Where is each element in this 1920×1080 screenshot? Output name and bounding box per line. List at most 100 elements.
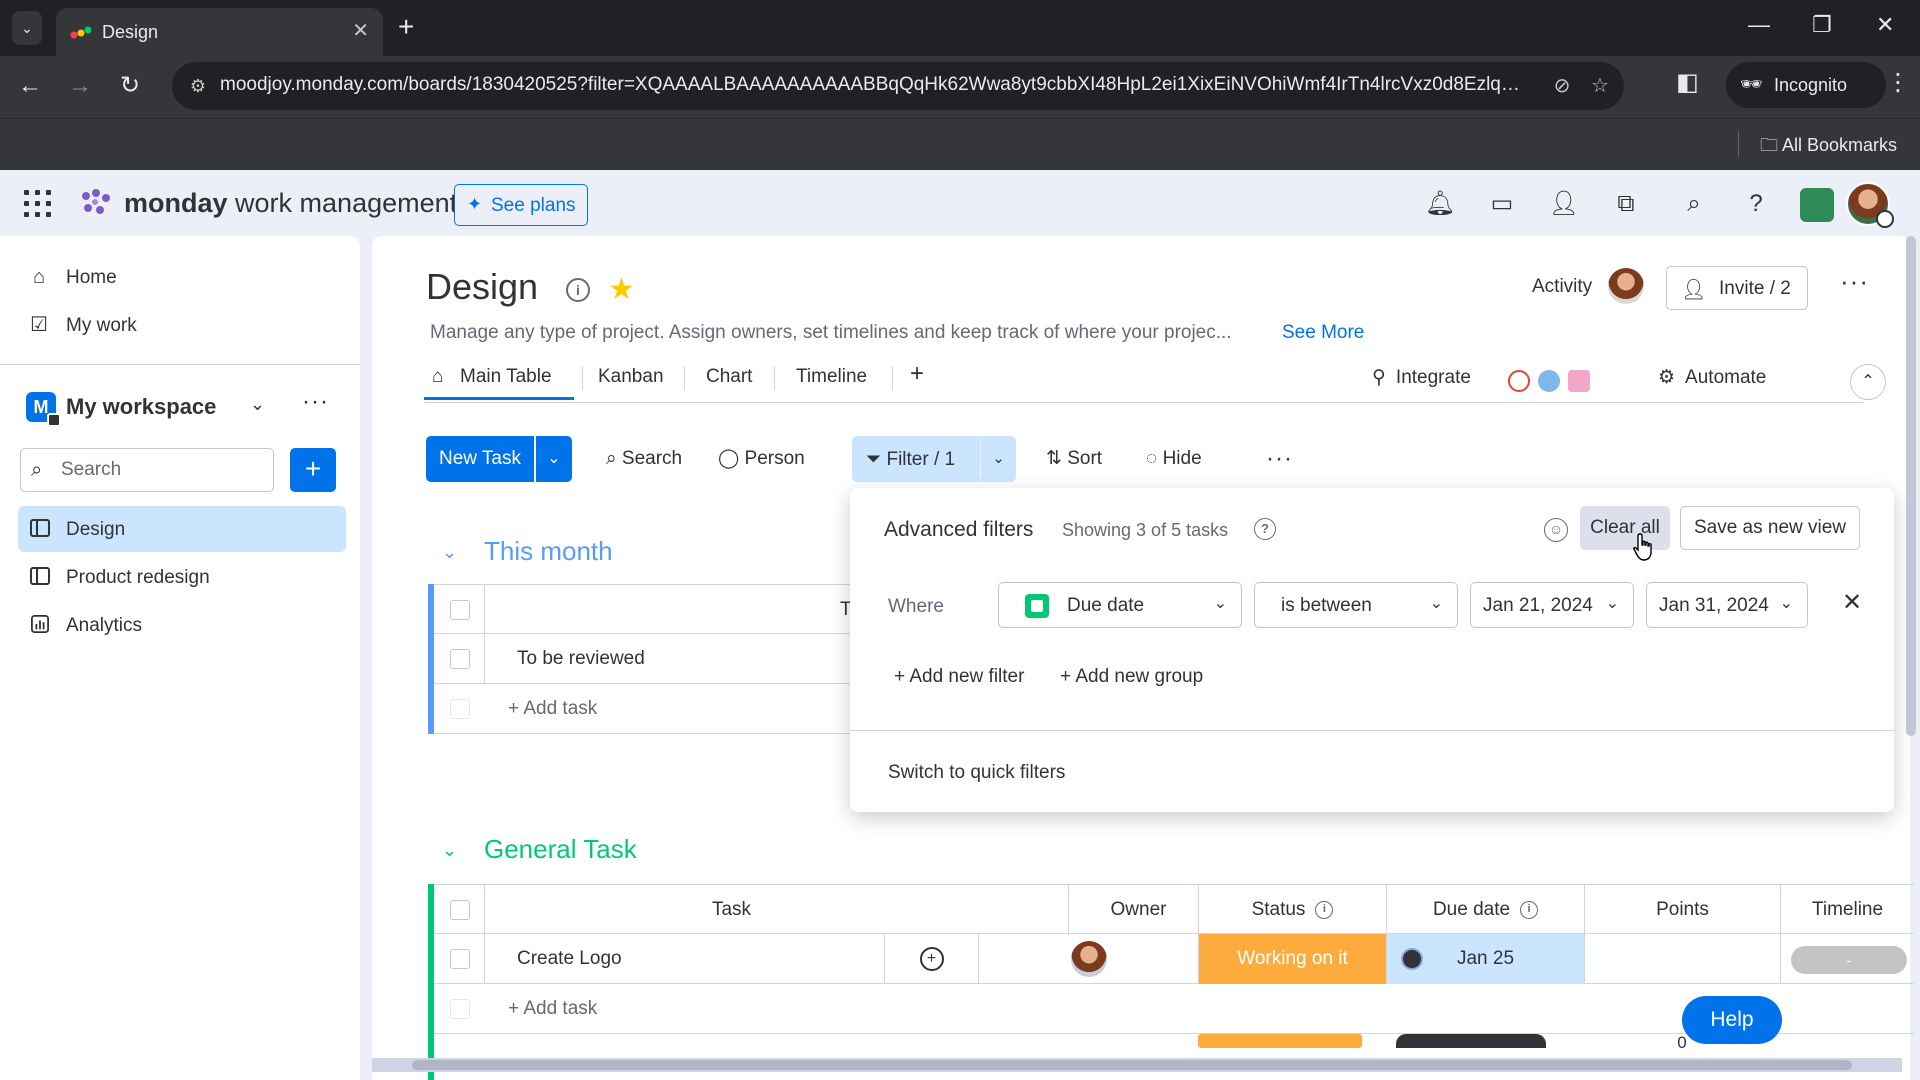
minimize-window-icon[interactable]: — xyxy=(1748,12,1770,38)
hide-button[interactable]: ◌ Hide xyxy=(1146,436,1202,482)
column-header-status[interactable]: Status i xyxy=(1198,885,1386,935)
invite-members-icon[interactable]: 👤︎ xyxy=(1548,188,1580,220)
column-header-timeline[interactable]: Timeline xyxy=(1780,885,1914,935)
group-title-this-month[interactable]: This month xyxy=(484,536,613,567)
chevron-down-icon[interactable]: ⌄ xyxy=(250,394,265,415)
person-filter-button[interactable]: ◯ Person xyxy=(718,436,805,482)
workspace-name[interactable]: My workspace xyxy=(66,394,216,420)
sort-button[interactable]: ⇅ Sort xyxy=(1046,436,1102,482)
sidebar-board-product-redesign[interactable]: Product redesign xyxy=(18,554,346,600)
save-as-new-view-button[interactable]: Save as new view xyxy=(1680,506,1860,550)
due-date-info-icon[interactable]: i xyxy=(1520,900,1539,919)
url-text[interactable]: moodjoy.monday.com/boards/1830420525?fil… xyxy=(220,74,1520,96)
add-item-button[interactable]: + xyxy=(290,448,336,492)
restore-window-icon[interactable]: ❐ xyxy=(1812,12,1832,38)
chevron-down-icon[interactable]: ⌄ xyxy=(442,542,457,563)
more-actions-icon[interactable]: ··· xyxy=(1266,436,1293,482)
new-tab-button[interactable]: + xyxy=(398,12,414,42)
add-task-button[interactable]: + Add task xyxy=(508,998,597,1020)
apps-grid-icon[interactable] xyxy=(24,190,52,218)
select-all-checkbox[interactable] xyxy=(450,600,470,620)
bookmark-star-icon[interactable]: ☆ xyxy=(1586,72,1614,100)
owner-avatar[interactable] xyxy=(1070,941,1107,977)
automate-button[interactable]: ⚙ Automate xyxy=(1658,366,1766,389)
forward-icon[interactable]: → xyxy=(62,68,98,104)
chevron-down-icon[interactable]: ⌄ xyxy=(442,840,457,861)
incognito-badge[interactable]: 🕶 Incognito xyxy=(1726,62,1886,108)
brand-name[interactable]: monday work management xyxy=(124,188,457,219)
tab-search-button[interactable]: ⌄ xyxy=(12,11,42,45)
inbox-icon[interactable]: ▭ xyxy=(1486,188,1518,220)
search-button[interactable]: ⌕ Search xyxy=(606,436,682,482)
column-header-task[interactable]: Task xyxy=(484,885,978,935)
add-new-filter-button[interactable]: + Add new filter xyxy=(894,666,1024,688)
user-avatar[interactable] xyxy=(1846,182,1894,228)
filters-help-icon[interactable]: ? xyxy=(1254,518,1276,540)
reload-icon[interactable]: ↻ xyxy=(112,68,148,104)
sidebar-search-input[interactable] xyxy=(61,457,261,483)
sidebar-board-design[interactable]: Design xyxy=(18,506,346,552)
sidebar-board-analytics[interactable]: Analytics xyxy=(18,602,346,648)
tab-main-table[interactable]: ⌂ Main Table xyxy=(424,356,574,400)
workspace-icon[interactable]: M xyxy=(26,392,61,427)
close-window-icon[interactable]: ✕ xyxy=(1876,12,1894,38)
workspace-more-icon[interactable]: ··· xyxy=(302,388,329,416)
status-label[interactable]: Working on it xyxy=(1198,934,1386,984)
apps-marketplace-icon[interactable]: ⧉ xyxy=(1610,188,1642,220)
row-checkbox[interactable] xyxy=(450,649,470,669)
row-checkbox[interactable] xyxy=(450,949,470,969)
close-tab-icon[interactable]: ✕ xyxy=(352,18,369,43)
board-info-icon[interactable]: i xyxy=(566,278,590,302)
group-title-general-task[interactable]: General Task xyxy=(484,834,637,865)
select-all-checkbox[interactable] xyxy=(450,900,470,920)
collapse-header-icon[interactable]: ⌃ xyxy=(1850,364,1886,400)
timeline-cell[interactable]: - xyxy=(1780,934,1914,984)
filter-column-select[interactable]: Due date ⌄ xyxy=(998,582,1242,628)
updates-cell[interactable]: + xyxy=(884,934,978,984)
back-icon[interactable]: ← xyxy=(12,68,48,104)
address-bar[interactable]: ⚙ moodjoy.monday.com/boards/1830420525?f… xyxy=(172,62,1624,110)
owner-cell[interactable] xyxy=(978,934,1198,984)
help-button[interactable]: Help xyxy=(1682,996,1782,1044)
add-update-icon[interactable]: + xyxy=(919,947,944,971)
table-row[interactable]: Create Logo + Working on it Jan 25 - xyxy=(434,934,1914,984)
all-bookmarks-button[interactable]: 🗀 All Bookmarks xyxy=(1760,133,1897,163)
new-task-button[interactable]: New Task xyxy=(426,436,534,482)
favorite-star-icon[interactable]: ★ xyxy=(608,272,635,307)
sidebar-item-my-work[interactable]: ☑ My work xyxy=(18,302,346,348)
sidebar-item-home[interactable]: ⌂ Home xyxy=(18,254,346,300)
column-header-due-date[interactable]: Due date i xyxy=(1386,885,1584,935)
invite-button[interactable]: 👤︎ Invite / 2 xyxy=(1666,266,1808,310)
board-title[interactable]: Design xyxy=(426,266,538,308)
filter-dropdown-icon[interactable]: ⌄ xyxy=(980,436,1016,482)
remove-filter-icon[interactable]: ✕ xyxy=(1842,588,1862,617)
feedback-icon[interactable]: ☺ xyxy=(1544,518,1568,542)
filter-condition-select[interactable]: is between ⌄ xyxy=(1254,582,1458,628)
browser-tab-design[interactable]: Design ✕ xyxy=(56,8,383,56)
column-header-points[interactable]: Points xyxy=(1584,885,1780,935)
activity-avatar[interactable] xyxy=(1608,268,1644,304)
help-question-icon[interactable]: ? xyxy=(1740,188,1772,220)
new-task-dropdown-icon[interactable]: ⌄ xyxy=(536,436,572,482)
filter-button[interactable]: ⏷ Filter / 1 ⌄ xyxy=(852,436,1016,482)
vertical-scrollbar[interactable] xyxy=(1906,236,1916,736)
timeline-pill[interactable]: - xyxy=(1791,946,1907,974)
sidebar-search[interactable]: ⌕ xyxy=(20,448,274,492)
task-name[interactable]: Create Logo xyxy=(484,934,884,984)
points-cell[interactable] xyxy=(1584,934,1780,984)
filter-to-date-select[interactable]: Jan 31, 2024 ⌄ xyxy=(1646,582,1808,628)
account-app-icon[interactable] xyxy=(1800,188,1834,222)
switch-to-quick-filters-link[interactable]: Switch to quick filters xyxy=(888,762,1065,784)
add-task-button[interactable]: + Add task xyxy=(508,698,597,720)
see-plans-button[interactable]: ✦ See plans xyxy=(454,184,588,226)
notifications-bell-icon[interactable]: 🔔︎ xyxy=(1424,188,1456,220)
horizontal-scrollbar[interactable] xyxy=(372,1058,1902,1072)
board-more-icon[interactable]: ··· xyxy=(1840,266,1869,297)
browser-menu-icon[interactable]: ⋮ xyxy=(1886,68,1910,97)
activity-button[interactable]: Activity xyxy=(1532,276,1592,298)
status-info-icon[interactable]: i xyxy=(1315,900,1334,919)
tracking-protection-icon[interactable]: ⊘ xyxy=(1548,72,1576,100)
add-new-group-button[interactable]: + Add new group xyxy=(1060,666,1203,688)
see-more-link[interactable]: See More xyxy=(1282,322,1364,344)
integrate-button[interactable]: ⚲ Integrate xyxy=(1372,366,1471,389)
